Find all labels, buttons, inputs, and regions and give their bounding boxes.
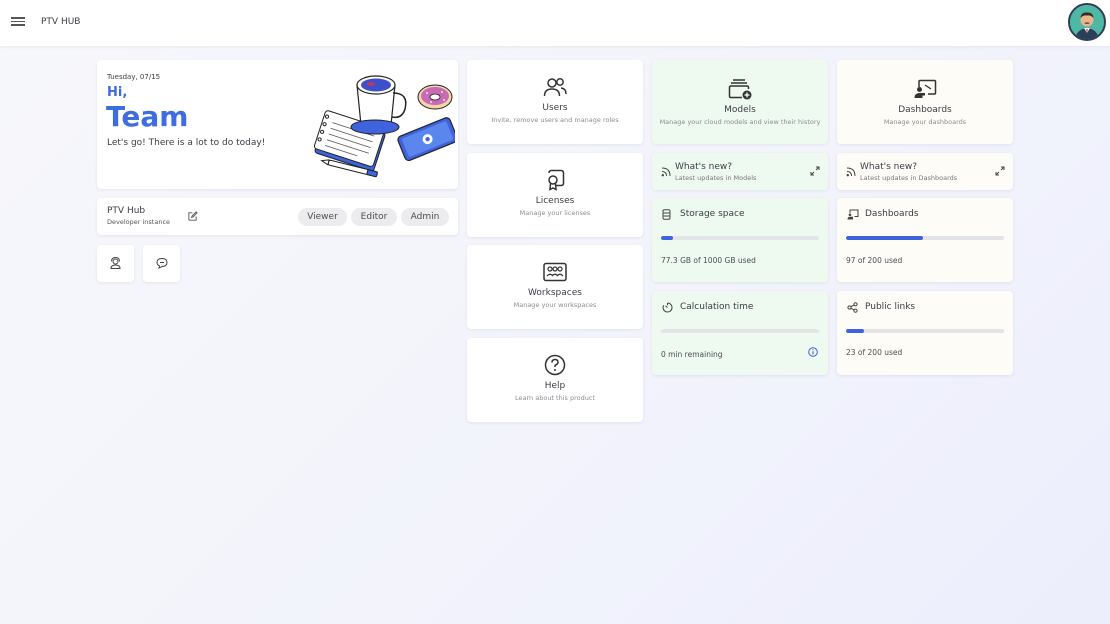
whats-new-models-subtitle: Latest updates in Models <box>675 174 757 182</box>
dashboard-presentation-icon <box>847 209 859 220</box>
users-icon <box>543 78 567 97</box>
expand-arrows-icon[interactable] <box>810 166 820 176</box>
public-links-title: Public links <box>865 302 916 312</box>
storage-usage-text: 77.3 GB of 1000 GB used <box>661 256 756 265</box>
licenses-subtitle: Manage your licenses <box>519 209 591 217</box>
instance-name: PTV Hub <box>107 206 146 216</box>
help-card[interactable]: Help Learn about this product <box>467 338 643 422</box>
users-title: Users <box>542 103 568 113</box>
pencil-edit-icon[interactable] <box>187 211 198 222</box>
rss-feed-icon <box>846 167 856 177</box>
whats-new-models-card[interactable]: What's new? Latest updates in Models <box>652 153 828 190</box>
public-links-card: Public links 23 of 200 used <box>837 291 1013 375</box>
workspaces-title: Workspaces <box>528 288 582 298</box>
workspaces-icon <box>543 262 567 282</box>
calculation-time-progress-bar <box>661 329 819 333</box>
models-title: Models <box>724 105 756 115</box>
whats-new-models-title: What's new? <box>675 162 733 172</box>
database-icon <box>662 209 671 220</box>
workspaces-card[interactable]: Workspaces Manage your workspaces <box>467 245 643 329</box>
whats-new-dashboards-card[interactable]: What's new? Latest updates in Dashboards <box>837 153 1013 190</box>
dashboards-title: Dashboards <box>898 105 952 115</box>
greeting-tagline: Let's go! There is a lot to do today! <box>107 138 266 148</box>
whats-new-dashboards-title: What's new? <box>860 162 918 172</box>
info-icon[interactable] <box>808 347 818 357</box>
dashboards-subtitle: Manage your dashboards <box>883 118 967 126</box>
licenses-title: Licenses <box>535 196 575 206</box>
chat-bubble-icon <box>156 257 168 269</box>
date-label: Tuesday, 07/15 <box>107 73 161 81</box>
dashboards-progress-bar <box>846 236 1004 240</box>
help-circle-icon <box>544 354 566 376</box>
dashboard-presentation-icon <box>914 79 937 98</box>
public-links-progress-bar <box>846 329 1004 333</box>
calculation-time-title: Calculation time <box>680 302 754 312</box>
users-subtitle: Invite, remove users and manage roles <box>491 116 619 124</box>
dashboards-usage-text: 97 of 200 used <box>846 256 903 265</box>
help-subtitle: Learn about this product <box>515 394 595 402</box>
support-agent-icon <box>110 257 121 269</box>
user-avatar[interactable] <box>1068 3 1106 41</box>
dashboards-card[interactable]: Dashboards Manage your dashboards <box>837 60 1013 144</box>
greeting-hi: Hi, <box>107 85 128 100</box>
top-bar: PTV HUB <box>0 0 1110 46</box>
timer-icon <box>662 302 673 313</box>
help-title: Help <box>544 381 566 391</box>
instance-subtitle: Developer instance <box>107 218 171 226</box>
rss-feed-icon <box>661 167 671 177</box>
storage-card: Storage space 77.3 GB of 1000 GB used <box>652 198 828 282</box>
dashboards-usage-card: Dashboards 97 of 200 used <box>837 198 1013 282</box>
whats-new-dashboards-subtitle: Latest updates in Dashboards <box>860 174 958 182</box>
role-admin-button[interactable]: Admin <box>401 208 449 226</box>
instance-card: PTV Hub Developer instance Viewer Editor… <box>97 198 458 235</box>
feedback-button[interactable] <box>143 245 180 282</box>
users-card[interactable]: Users Invite, remove users and manage ro… <box>467 60 643 144</box>
role-editor-button[interactable]: Editor <box>351 208 397 226</box>
storage-progress-bar <box>661 236 819 240</box>
license-badge-icon <box>548 169 565 191</box>
models-card[interactable]: Models Manage your cloud models and view… <box>652 60 828 144</box>
greeting-card: Tuesday, 07/15 Hi, Team Let's go! There … <box>97 60 458 189</box>
workspaces-subtitle: Manage your workspaces <box>513 301 597 309</box>
public-links-usage-text: 23 of 200 used <box>846 348 903 357</box>
models-stack-icon <box>728 79 752 100</box>
app-title: PTV HUB <box>41 17 81 27</box>
expand-arrows-icon[interactable] <box>995 166 1005 176</box>
coffee-desk-illustration <box>313 75 455 178</box>
dashboards-usage-title: Dashboards <box>865 209 919 219</box>
hamburger-icon[interactable] <box>11 15 25 29</box>
models-subtitle: Manage your cloud models and view their … <box>659 118 821 126</box>
calculation-time-text: 0 min remaining <box>661 350 723 359</box>
share-links-icon <box>847 302 858 313</box>
storage-title: Storage space <box>680 209 745 219</box>
licenses-card[interactable]: Licenses Manage your licenses <box>467 153 643 237</box>
support-button[interactable] <box>97 245 134 282</box>
role-viewer-button[interactable]: Viewer <box>298 208 347 226</box>
calculation-time-card: Calculation time 0 min remaining <box>652 291 828 375</box>
greeting-name: Team <box>106 100 189 133</box>
